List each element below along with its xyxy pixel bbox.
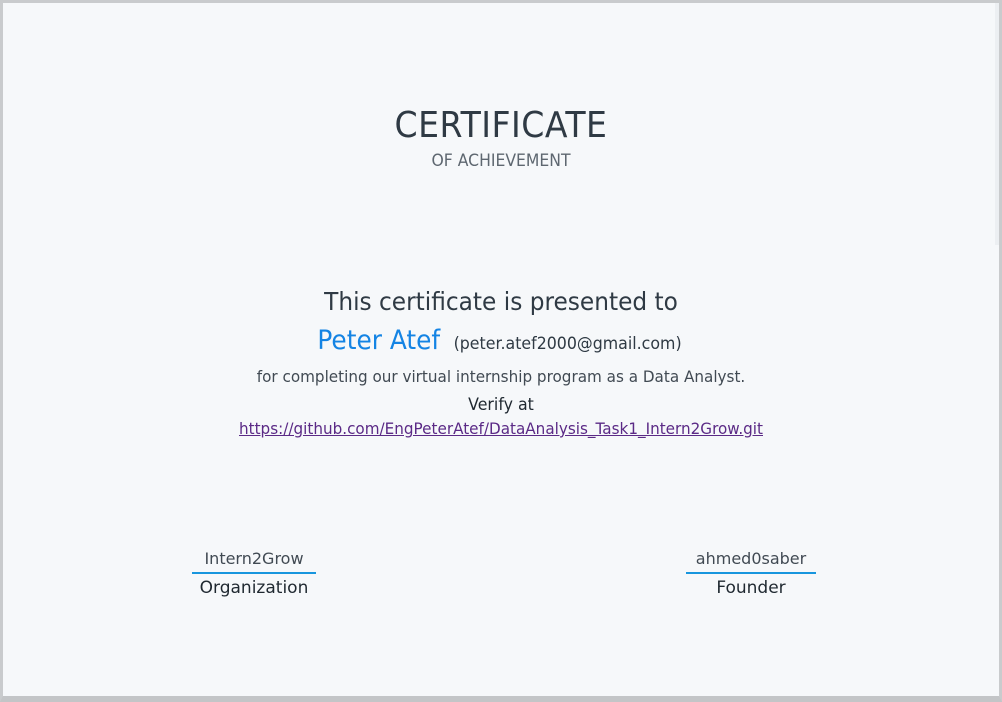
recipient-name: Peter Atef [317,325,441,356]
certificate-page: CERTIFICATE OF ACHIEVEMENT This certific… [3,3,999,696]
signature-organization: Intern2Grow Organization [134,549,374,598]
signature-organization-role: Organization [199,578,309,598]
scroll-edge [995,3,999,245]
signature-organization-name: Intern2Grow [192,549,316,574]
recipient-email: (peter.atef2000@gmail.com) [453,334,682,354]
signature-founder-role: Founder [716,578,786,598]
certificate-title: CERTIFICATE [394,105,608,146]
verify-label: Verify at [468,395,534,415]
recipient-line: Peter Atef (peter.atef2000@gmail.com) [3,325,999,356]
signature-founder-name: ahmed0saber [685,549,817,574]
presented-to-text: This certificate is presented to [324,287,678,316]
certificate-subtitle: OF ACHIEVEMENT [431,151,571,171]
signature-founder: ahmed0saber Founder [631,549,871,598]
completion-description: for completing our virtual internship pr… [256,367,746,386]
verify-url-link[interactable]: https://github.com/EngPeterAtef/DataAnal… [239,419,763,438]
verify-link[interactable]: https://github.com/EngPeterAtef/DataAnal… [28,419,974,438]
